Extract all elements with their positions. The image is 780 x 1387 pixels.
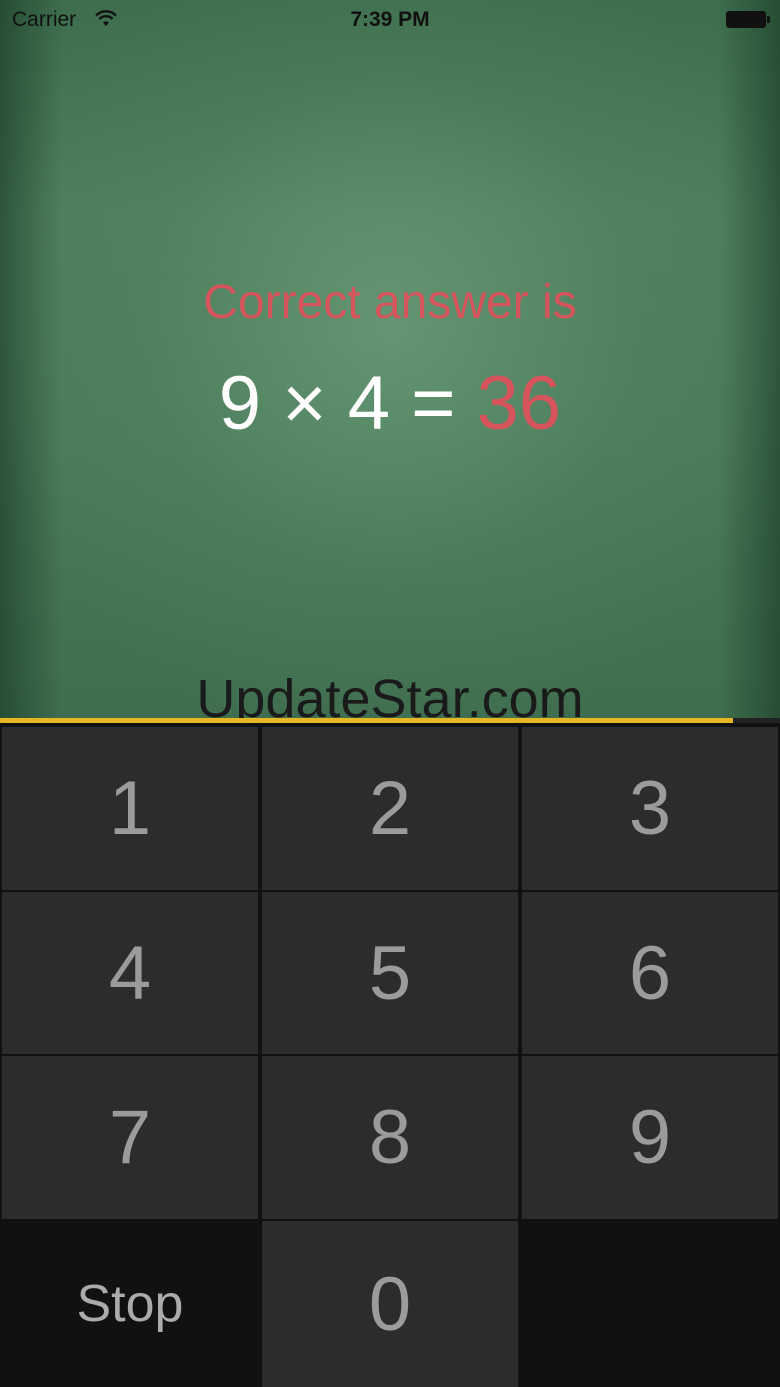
key-6[interactable]: 6 xyxy=(522,892,778,1054)
timer-bar-fill xyxy=(0,718,734,723)
battery-icon xyxy=(726,11,770,28)
key-8[interactable]: 8 xyxy=(262,1056,518,1219)
number-keypad: 1 2 3 4 5 6 7 8 9 Stop 0 xyxy=(0,724,780,1387)
chalkboard-area: Carrier 7:39 PM Correct answer is 9 × 4 … xyxy=(0,0,780,729)
operand-b: 4 xyxy=(347,361,390,446)
key-1[interactable]: 1 xyxy=(2,727,258,890)
operator: × xyxy=(282,361,327,446)
equation: 9 × 4 = 36 xyxy=(0,360,780,447)
key-0[interactable]: 0 xyxy=(262,1221,518,1387)
key-2[interactable]: 2 xyxy=(262,727,518,890)
key-7[interactable]: 7 xyxy=(2,1056,258,1219)
stop-button[interactable]: Stop xyxy=(2,1221,258,1387)
correct-answer: 36 xyxy=(476,361,562,446)
key-3[interactable]: 3 xyxy=(522,727,778,890)
key-4[interactable]: 4 xyxy=(2,892,258,1054)
status-bar: Carrier 7:39 PM xyxy=(0,0,780,40)
clock: 7:39 PM xyxy=(350,8,430,31)
timer-bar xyxy=(0,718,780,723)
feedback-message: Correct answer is xyxy=(203,276,577,329)
equals-sign: = xyxy=(411,361,456,446)
operand-a: 9 xyxy=(218,361,262,446)
key-9[interactable]: 9 xyxy=(522,1056,778,1219)
key-5[interactable]: 5 xyxy=(262,892,518,1054)
